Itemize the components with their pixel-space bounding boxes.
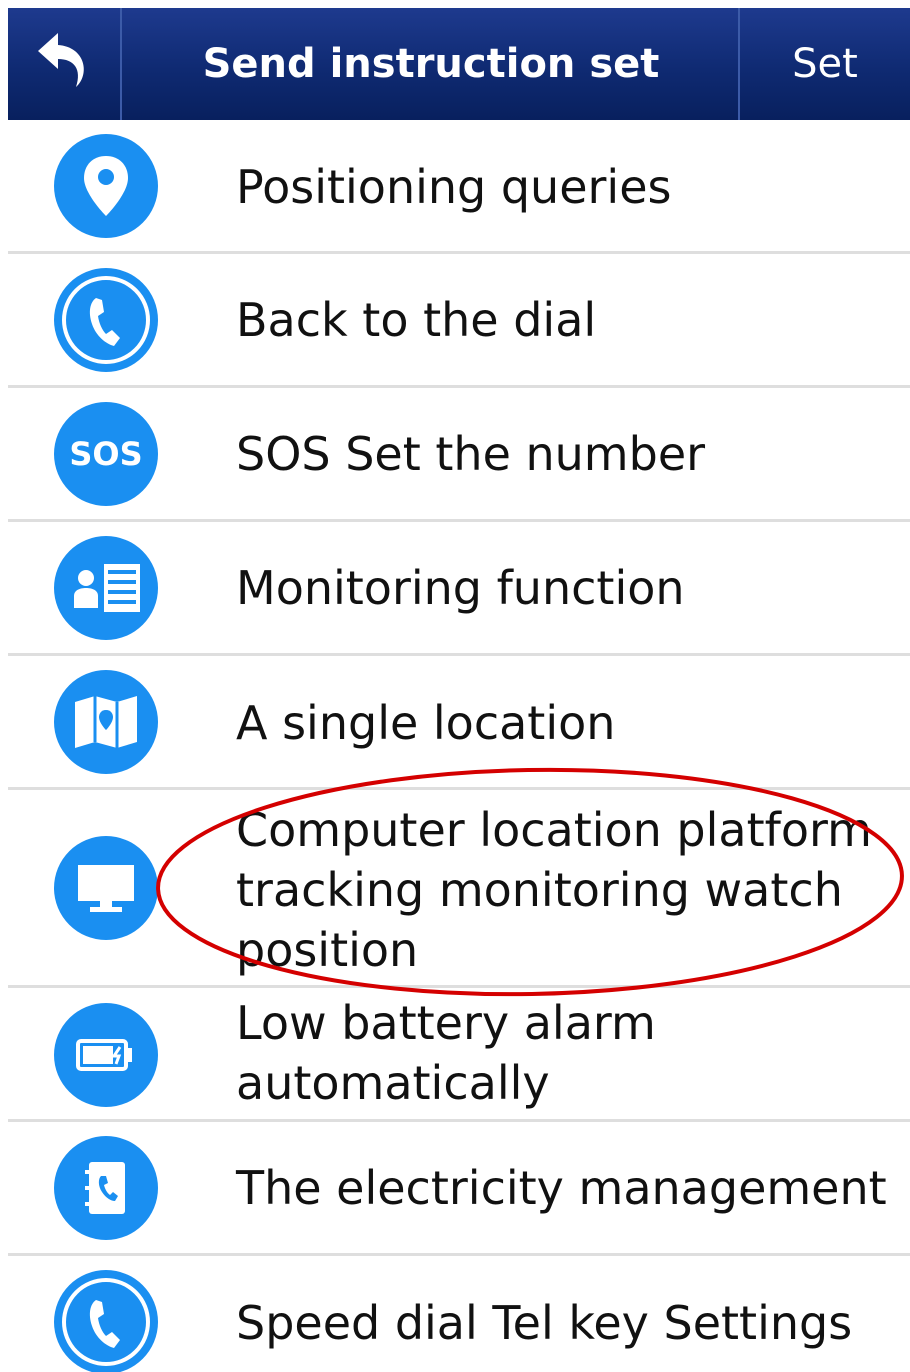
list-item-label: Positioning queries xyxy=(236,160,672,214)
location-pin-icon xyxy=(54,134,158,238)
list-item-low-battery-alarm[interactable]: Low battery alarm automatically xyxy=(8,988,910,1122)
list-item-back-to-dial[interactable]: Back to the dial xyxy=(8,254,910,388)
title-bar: Send instruction set Set xyxy=(8,8,910,120)
list-item-label: The electricity management xyxy=(236,1161,887,1215)
phone-icon xyxy=(54,1270,158,1372)
page-title: Send instruction set xyxy=(202,41,660,87)
contact-list-icon xyxy=(54,536,158,640)
list-item-positioning-queries[interactable]: Positioning queries xyxy=(8,120,910,254)
list-item-label: Back to the dial xyxy=(236,293,597,347)
list-item-computer-location-platform[interactable]: Computer location platform tracking moni… xyxy=(8,790,910,988)
list-item-sos-number[interactable]: SOS SOS Set the number xyxy=(8,388,910,522)
monitor-icon xyxy=(54,836,158,940)
list-item-label: Low battery alarm automatically xyxy=(236,996,656,1110)
back-arrow-icon xyxy=(38,33,84,87)
battery-icon xyxy=(54,1003,158,1107)
map-icon xyxy=(54,670,158,774)
app-screen: Send instruction set Set Positioning que… xyxy=(8,8,910,1372)
sos-icon-text: SOS xyxy=(69,435,143,473)
list-item-electricity-management[interactable]: The electricity management xyxy=(8,1122,910,1256)
phone-icon xyxy=(54,268,158,372)
list-item-label: A single location xyxy=(236,696,616,750)
list-item-label: Computer location platform tracking moni… xyxy=(236,803,872,977)
set-button[interactable]: Set xyxy=(738,8,910,120)
list-item-monitoring-function[interactable]: Monitoring function xyxy=(8,522,910,656)
back-button[interactable] xyxy=(8,8,122,120)
phone-book-icon xyxy=(54,1136,158,1240)
list-item-label: SOS Set the number xyxy=(236,427,706,481)
list-item-label: Monitoring function xyxy=(236,561,685,615)
list-item-speed-dial-settings[interactable]: Speed dial Tel key Settings xyxy=(8,1256,910,1372)
sos-icon: SOS xyxy=(54,402,158,506)
list-item-single-location[interactable]: A single location xyxy=(8,656,910,790)
list-item-label: Speed dial Tel key Settings xyxy=(236,1296,853,1350)
